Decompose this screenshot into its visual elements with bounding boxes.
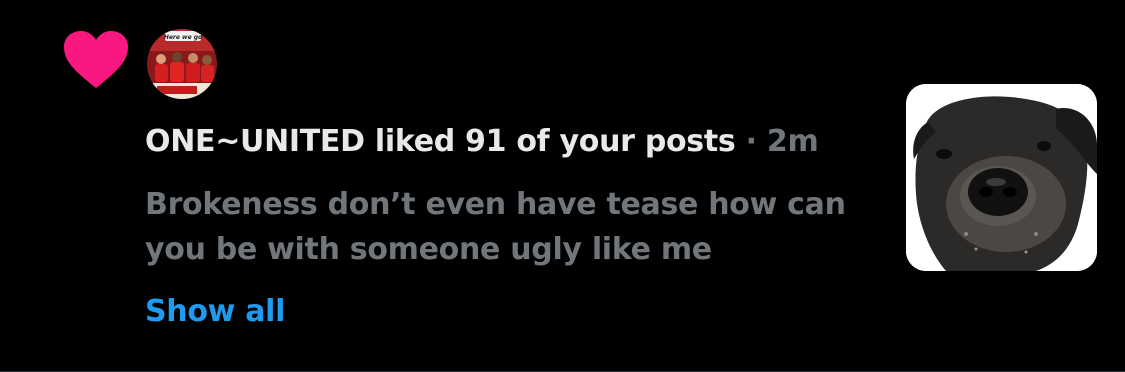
avatar-banner-text: Here we go: [164, 34, 202, 41]
excerpt-line: Brokeness don’t even have tease how can: [145, 187, 846, 222]
show-all-link[interactable]: Show all: [145, 294, 285, 329]
notification-item[interactable]: Here we go ONE~UNITED liked 91 of your p…: [0, 0, 1125, 372]
post-media-thumbnail[interactable]: [906, 84, 1097, 271]
post-excerpt: Brokeness don’t even have tease how can …: [145, 182, 865, 272]
heart-icon: [64, 31, 128, 88]
actor-name[interactable]: ONE~UNITED: [145, 124, 365, 159]
notification-headline: ONE~UNITED liked 91 of your posts · 2m: [145, 124, 885, 159]
dog-photo: [906, 84, 1097, 271]
separator-dot: ·: [745, 124, 757, 159]
excerpt-line: you be with someone ugly like me: [145, 232, 712, 267]
user-avatar[interactable]: Here we go: [147, 29, 217, 99]
timestamp: 2m: [766, 124, 819, 159]
action-text: liked 91 of your posts: [364, 124, 736, 159]
avatar-image: Here we go: [147, 29, 217, 99]
